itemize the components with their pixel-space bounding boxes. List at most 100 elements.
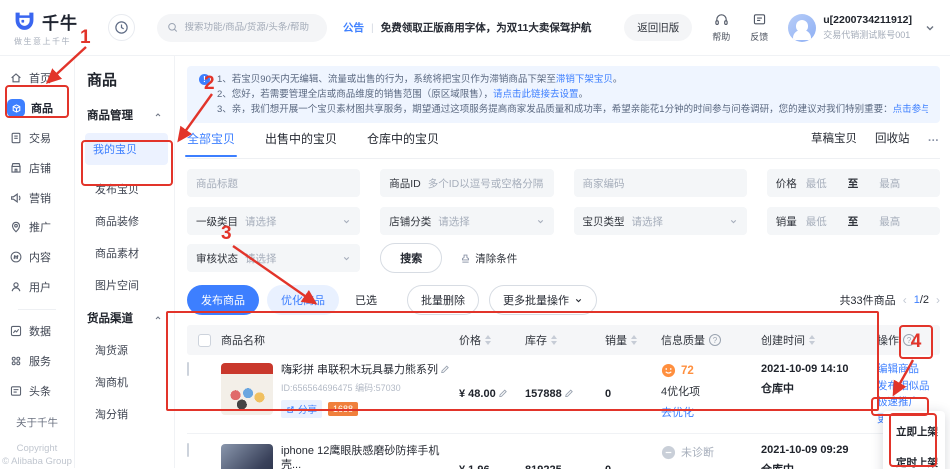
chevron-down-icon[interactable] [924, 22, 936, 34]
optimize-link[interactable]: 去优化 [661, 404, 761, 420]
global-search[interactable] [157, 14, 327, 42]
edit-price-icon[interactable] [499, 388, 508, 400]
batch-delete-button[interactable]: 批量删除 [407, 285, 479, 315]
submenu-item-tao-business[interactable]: 淘商机 [87, 374, 166, 390]
tabs-right-links: 草稿宝贝 回收站 … [811, 130, 940, 146]
table-row: 嗨彩拼 串联积木玩具暴力熊系列 ID:656564696475 编码:57030… [187, 355, 940, 433]
col-created[interactable]: 创建时间 [761, 332, 877, 348]
search-button[interactable]: 搜索 [380, 243, 442, 273]
headset-icon [714, 12, 729, 27]
group-product-management[interactable]: 商品管理 [87, 107, 166, 123]
feedback-button[interactable]: 反馈 [750, 12, 768, 43]
submenu-item-image-space[interactable]: 图片空间 [87, 277, 166, 293]
sidebar-item-services[interactable]: 服务 [9, 351, 65, 370]
tab-all-items[interactable]: 全部宝贝 [187, 130, 235, 157]
about-qianniu-link[interactable]: 关于千牛 [16, 415, 58, 430]
sidebar-item-marketing[interactable]: 营销 [9, 188, 65, 207]
more-batch-actions-button[interactable]: 更多批量操作 [489, 285, 597, 315]
created-cell: 2021-10-09 14:10 仓库中 [761, 363, 877, 425]
edit-item-link[interactable]: 编辑商品 [877, 363, 940, 376]
submenu-item-item-decoration[interactable]: 商品装修 [87, 213, 166, 229]
sidebar-item-home[interactable]: 首页 [9, 69, 65, 88]
sidebar-item-data[interactable]: 数据 [9, 322, 65, 341]
col-price[interactable]: 价格 [459, 332, 525, 348]
search-input[interactable] [184, 22, 317, 33]
edit-stock-icon[interactable] [565, 388, 574, 400]
item-type-select[interactable]: 宝贝类型 请选择 [574, 207, 747, 235]
publish-item-button[interactable]: 发布商品 [187, 285, 259, 315]
popup-item-list-now[interactable]: 立即上架 [883, 416, 945, 447]
notice-link-survey[interactable]: 点击参与 [893, 102, 928, 117]
filter-form-row-3: 审核状态 请选择 搜索 清除条件 [187, 243, 940, 273]
feedback-icon [752, 12, 767, 27]
submenu-item-item-assets[interactable]: 商品素材 [87, 245, 166, 261]
notice-line-3: 3、亲，我们想开展一个宝贝素材图共享服务，期望通过这项服务提高商家发品质量和成功… [199, 102, 928, 117]
announcement-text[interactable]: 免费领取正版商用字体，为双11大卖保驾护航 [381, 20, 592, 35]
sidebar-item-content[interactable]: 内容 [9, 248, 65, 267]
sidebar-item-headlines[interactable]: 头条 [9, 381, 65, 400]
history-clock-button[interactable] [108, 14, 135, 41]
sales-range-input[interactable]: 销量 最低 至 最高 [767, 207, 940, 235]
speed-promote-link[interactable]: 极速推广 [877, 396, 940, 409]
col-stock[interactable]: 库存 [525, 332, 605, 348]
more-dots-icon[interactable]: … [928, 132, 941, 144]
group-goods-channels[interactable]: 货品渠道 [87, 310, 166, 326]
selected-count-label: 已选 [355, 292, 377, 308]
status-warehouse: 仓库中 [761, 380, 877, 396]
document-icon [9, 384, 23, 398]
shop-category-select[interactable]: 店铺分类 请选择 [380, 207, 553, 235]
product-id-line: ID:656564696475 编码:57030 [281, 381, 450, 394]
tab-warehouse-items[interactable]: 仓库中的宝贝 [367, 130, 439, 157]
share-tag[interactable]: 分享 [281, 400, 322, 418]
submenu-item-tao-supply[interactable]: 淘货源 [87, 342, 166, 358]
search-icon [167, 21, 178, 34]
prev-page-button[interactable]: ‹ [903, 293, 907, 307]
table-header: 商品名称 价格 库存 销量 信息质量 创建时间 操作 [187, 325, 940, 355]
sidebar-item-products[interactable]: 商品 [9, 99, 65, 118]
popup-item-scheduled-listing[interactable]: 定时上架 [883, 447, 945, 469]
help-button[interactable]: 帮助 [712, 12, 730, 43]
sidebar-item-promotion[interactable]: 推广 [9, 218, 65, 237]
notice-link-settings[interactable]: 请点击此链接去设置 [493, 87, 579, 102]
item-id-input[interactable]: 商品ID 多个ID以逗号或空格分隔 [380, 169, 553, 197]
submenu-item-tao-distribution[interactable]: 淘分销 [87, 406, 166, 422]
optimize-item-button[interactable]: 优化商品 [267, 285, 339, 315]
submenu-item-my-items[interactable]: 我的宝贝 [85, 133, 168, 165]
row-checkbox[interactable] [187, 443, 189, 457]
category-select[interactable]: 一级类目 请选择 [187, 207, 360, 235]
publish-similar-link[interactable]: 发布相似品 [877, 380, 940, 393]
select-all-checkbox[interactable] [198, 334, 211, 347]
quality-score: 72 [681, 365, 694, 377]
product-cell: iphone 12鹰眼肤感磨砂防摔手机壳... [221, 444, 459, 469]
row-checkbox[interactable] [187, 362, 189, 376]
edit-title-icon[interactable] [441, 363, 450, 377]
tab-on-sale-items[interactable]: 出售中的宝贝 [265, 130, 337, 157]
col-operations: 操作 [877, 332, 940, 348]
chevron-down-icon [536, 217, 545, 226]
next-page-button[interactable]: › [936, 293, 940, 307]
sidebar-item-users[interactable]: 用户 [9, 278, 65, 297]
submenu-item-publish-item[interactable]: 发布宝贝 [87, 181, 166, 197]
audit-status-select[interactable]: 审核状态 请选择 [187, 244, 360, 272]
notice-link-slow-sale[interactable]: 滞销下架宝贝 [556, 72, 613, 87]
sidebar-item-shop[interactable]: 店铺 [9, 158, 65, 177]
top-bar: 千牛 做生意上千牛 公告 | 免费领取正版商用字体，为双11大卖保驾护航 返回旧… [0, 0, 950, 56]
merchant-code-input[interactable]: 商家编码 [574, 169, 747, 197]
item-title-input[interactable]: 商品标题 [187, 169, 360, 197]
clear-filters-button[interactable]: 清除条件 [460, 251, 517, 266]
product-tags: 分享 1688 [281, 400, 450, 418]
help-circle-icon[interactable] [903, 334, 915, 346]
total-pages: /2 [920, 294, 929, 306]
col-sales[interactable]: 销量 [605, 332, 661, 348]
price-range-input[interactable]: 价格 最低 至 最高 [767, 169, 940, 197]
chevron-down-icon [342, 217, 351, 226]
back-to-old-version-button[interactable]: 返回旧版 [624, 14, 692, 41]
box-icon [7, 99, 25, 117]
draft-items-link[interactable]: 草稿宝贝 [811, 130, 857, 146]
announcement-label[interactable]: 公告 [343, 20, 364, 35]
sidebar-item-trade[interactable]: 交易 [9, 129, 65, 148]
user-avatar[interactable] [788, 14, 816, 42]
help-circle-icon[interactable] [709, 334, 721, 346]
map-pin-icon [9, 220, 23, 234]
recycle-bin-link[interactable]: 回收站 [875, 130, 910, 146]
